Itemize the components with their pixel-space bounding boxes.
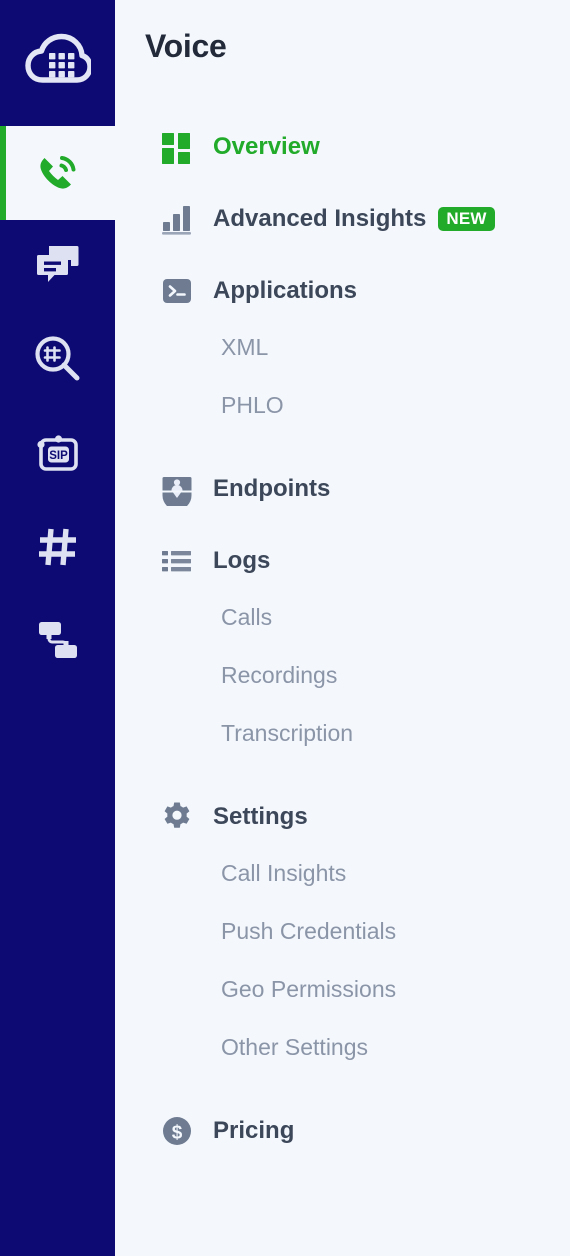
nav-sublabel-recordings: Recordings <box>221 661 338 688</box>
messages-icon <box>32 241 84 294</box>
nav-item-overview[interactable]: Overview <box>115 126 570 168</box>
nav-sublabel-geo-permissions: Geo Permissions <box>221 975 397 1002</box>
gear-icon <box>160 800 194 834</box>
nav-label-settings: Settings <box>213 803 308 830</box>
rail-item-flows[interactable] <box>0 596 115 690</box>
cloud-keypad-logo-icon <box>24 33 93 94</box>
nav-sublabel-transcription: Transcription <box>221 719 354 746</box>
status-badge-new: NEW <box>438 207 495 231</box>
rail-item-lookup[interactable] <box>0 314 115 408</box>
nav-label-applications: Applications <box>213 277 358 304</box>
nav-subitem-phlo[interactable]: PHLO <box>115 388 570 422</box>
nav-subitem-other-settings[interactable]: Other Settings <box>115 1030 570 1064</box>
nav-sublabel-calls: Calls <box>221 603 273 630</box>
nav-label-pricing: Pricing <box>213 1117 295 1144</box>
svg-text:$: $ <box>172 1123 183 1144</box>
app-root: SIP Voice Overview Advanced Insights NEW… <box>0 0 570 1256</box>
nav-item-pricing[interactable]: $ Pricing <box>115 1110 570 1152</box>
svg-text:SIP: SIP <box>49 449 68 461</box>
rail-item-sip-trunking[interactable]: SIP <box>0 408 115 502</box>
rail-item-phone-numbers[interactable] <box>0 502 115 596</box>
hash-numbers-icon <box>33 522 83 577</box>
nav-item-advanced-insights[interactable]: Advanced Insights NEW <box>115 198 570 240</box>
sip-trunk-icon: SIP <box>32 427 84 484</box>
page-title: Voice <box>145 28 227 64</box>
terminal-icon <box>160 274 194 308</box>
list-icon <box>160 544 194 578</box>
brand-logo[interactable] <box>0 0 115 126</box>
grid-blocks-icon <box>160 130 194 164</box>
nav-sublabel-xml: XML <box>221 333 269 360</box>
nav-sublabel-phlo: PHLO <box>221 391 284 418</box>
nav-subitem-push-credentials[interactable]: Push Credentials <box>115 914 570 948</box>
nav-label-advanced-insights: Advanced Insights <box>213 205 427 232</box>
number-lookup-icon <box>32 333 84 390</box>
bar-chart-icon <box>160 202 194 236</box>
voice-nav-menu: Overview Advanced Insights NEW Applicati… <box>115 126 570 1170</box>
flow-nodes-icon <box>32 617 84 670</box>
person-card-icon <box>160 472 194 506</box>
phone-signal-icon <box>32 145 84 202</box>
nav-subitem-recordings[interactable]: Recordings <box>115 658 570 692</box>
nav-subitem-xml[interactable]: XML <box>115 330 570 364</box>
nav-subitem-calls[interactable]: Calls <box>115 600 570 634</box>
nav-subitem-transcription[interactable]: Transcription <box>115 716 570 750</box>
nav-item-logs[interactable]: Logs <box>115 540 570 582</box>
nav-subitem-call-insights[interactable]: Call Insights <box>115 856 570 890</box>
nav-label-logs: Logs <box>213 547 271 574</box>
nav-sublabel-call-insights: Call Insights <box>221 859 347 886</box>
rail-item-messaging[interactable] <box>0 220 115 314</box>
nav-item-settings[interactable]: Settings <box>115 796 570 838</box>
nav-item-applications[interactable]: Applications <box>115 270 570 312</box>
main-panel: Voice Overview Advanced Insights NEW App… <box>115 0 570 1256</box>
dollar-circle-icon: $ <box>160 1114 194 1148</box>
nav-label-endpoints: Endpoints <box>213 475 331 502</box>
nav-label-overview: Overview <box>213 133 320 160</box>
nav-sublabel-push-credentials: Push Credentials <box>221 917 397 944</box>
nav-item-endpoints[interactable]: Endpoints <box>115 468 570 510</box>
nav-subitem-geo-permissions[interactable]: Geo Permissions <box>115 972 570 1006</box>
nav-sublabel-other-settings: Other Settings <box>221 1033 369 1060</box>
rail-item-voice[interactable] <box>0 126 115 220</box>
product-rail: SIP <box>0 0 115 1256</box>
